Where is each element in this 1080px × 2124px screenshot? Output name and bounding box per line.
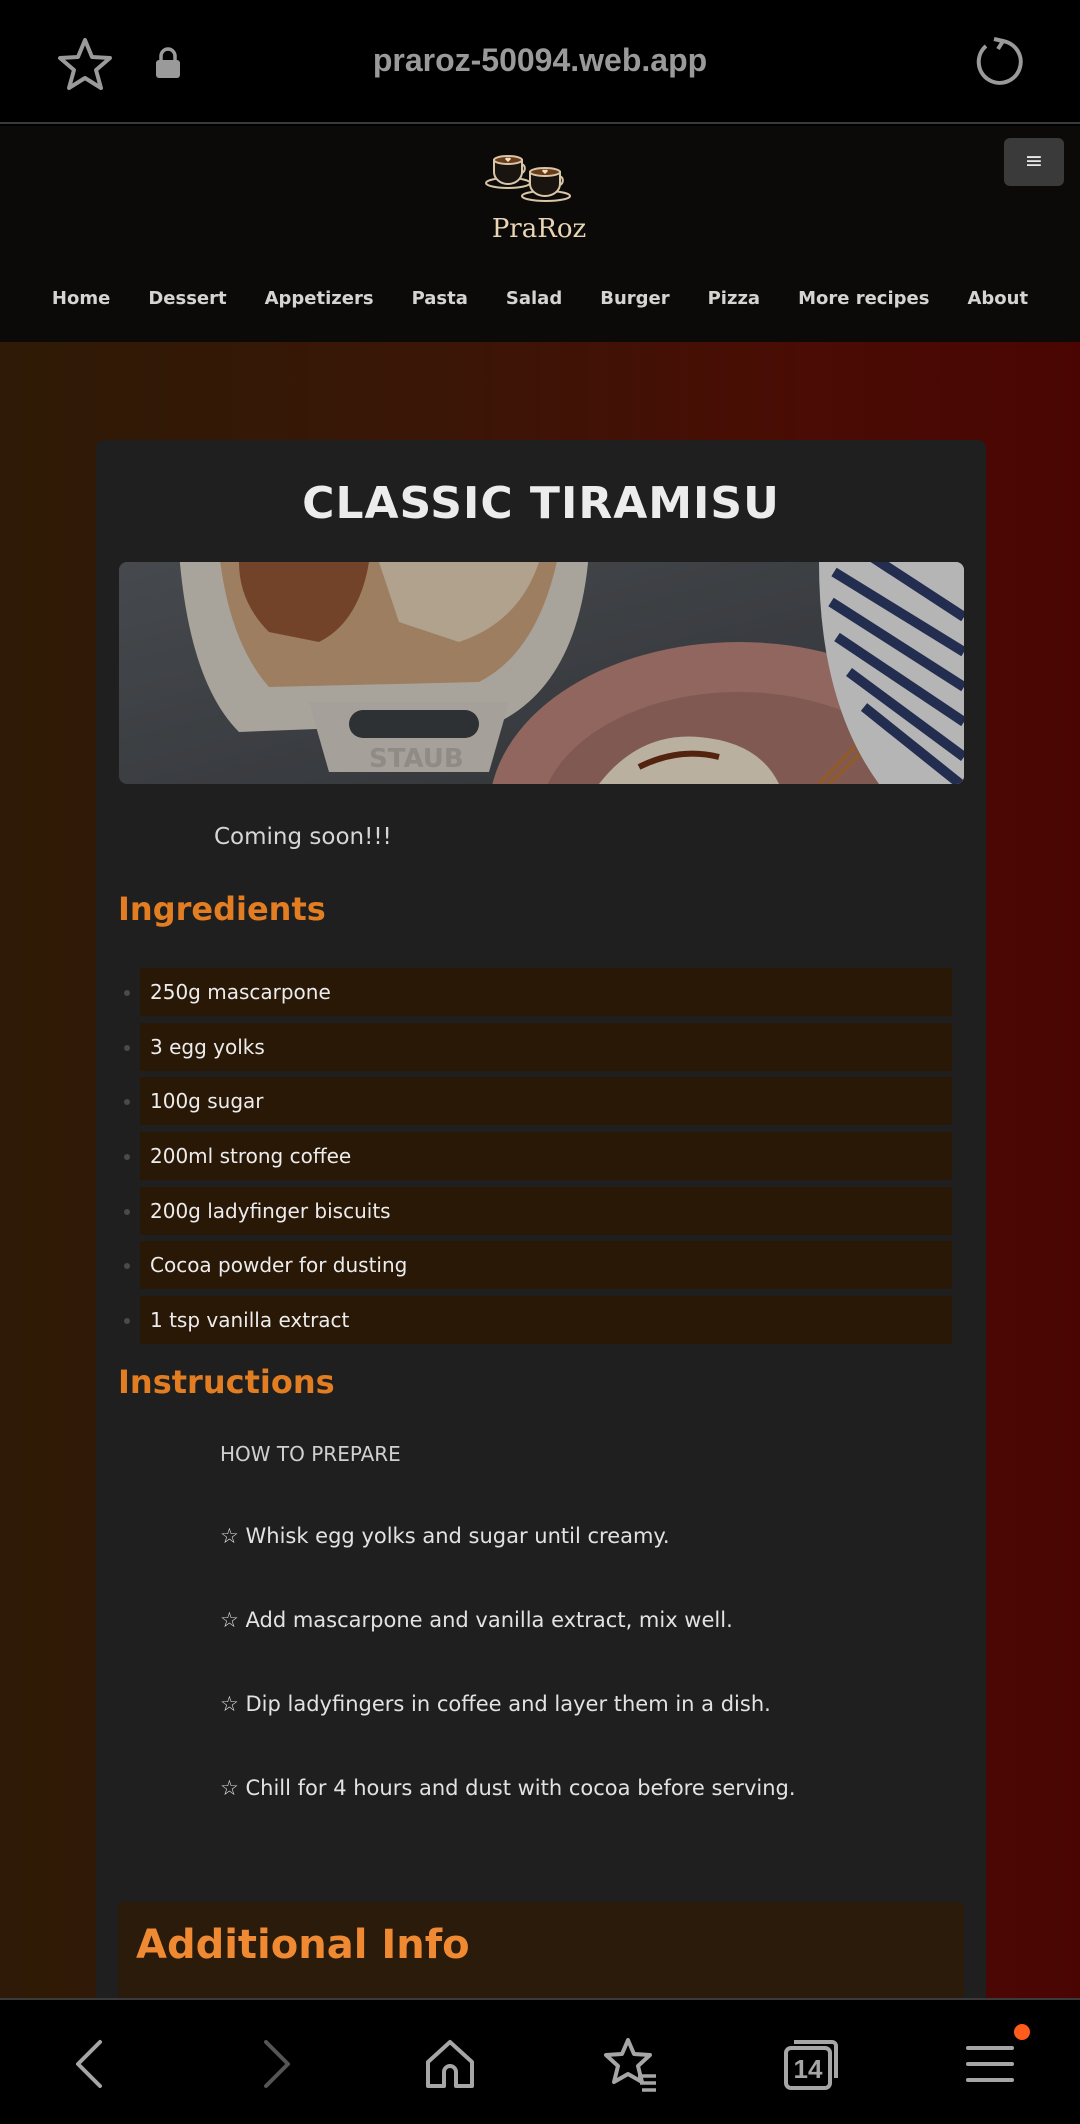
nav-more-recipes[interactable]: More recipes xyxy=(779,288,948,309)
menu-toggle-button[interactable]: ≡ xyxy=(1004,138,1064,186)
site-logo[interactable]: PraRoz xyxy=(484,148,594,244)
tab-count: 14 xyxy=(793,2054,823,2084)
instruction-steps: ☆ Whisk egg yolks and sugar until creamy… xyxy=(220,1524,796,1860)
how-to-prepare-label: HOW TO PREPARE xyxy=(220,1442,401,1466)
browser-bottom-bar: 14 xyxy=(0,1998,1080,2124)
instruction-step: ☆ Add mascarpone and vanilla extract, mi… xyxy=(220,1608,733,1632)
notification-dot xyxy=(1014,2024,1030,2040)
instruction-step: ☆ Dip ladyfingers in coffee and layer th… xyxy=(220,1692,771,1716)
nav-burger[interactable]: Burger xyxy=(581,288,688,309)
logo-text: PraRoz xyxy=(491,214,587,244)
home-icon[interactable] xyxy=(420,2034,480,2094)
tabs-button[interactable]: 14 xyxy=(780,2034,840,2094)
instructions-heading: Instructions xyxy=(118,1363,335,1401)
list-item: 200ml strong coffee xyxy=(124,1132,952,1181)
nav-appetizers[interactable]: Appetizers xyxy=(246,288,393,309)
browser-url-bar: praroz-50094.web.app xyxy=(0,0,1080,124)
nav-home[interactable]: Home xyxy=(33,288,129,309)
back-icon[interactable] xyxy=(62,2034,122,2094)
additional-info-section: Additional Info xyxy=(118,1902,964,1998)
nav-pasta[interactable]: Pasta xyxy=(393,288,487,309)
nav-about[interactable]: About xyxy=(948,288,1047,309)
list-item: 200g ladyfinger biscuits xyxy=(124,1186,952,1235)
forward-icon[interactable] xyxy=(244,2034,304,2094)
nav-salad[interactable]: Salad xyxy=(487,288,581,309)
menu-icon[interactable] xyxy=(960,2034,1020,2094)
nav-dessert[interactable]: Dessert xyxy=(129,288,245,309)
coming-soon-text: Coming soon!!! xyxy=(214,824,392,850)
list-item: 100g sugar xyxy=(124,1077,952,1126)
ingredients-heading: Ingredients xyxy=(118,890,326,928)
list-item: 250g mascarpone xyxy=(124,968,952,1016)
main-nav: Home Dessert Appetizers Pasta Salad Burg… xyxy=(0,288,1080,309)
list-item: 3 egg yolks xyxy=(124,1022,952,1071)
url-text[interactable]: praroz-50094.web.app xyxy=(0,42,1080,79)
recipe-title: CLASSIC TIRAMISU xyxy=(302,478,780,529)
list-item: 1 tsp vanilla extract xyxy=(124,1296,952,1345)
additional-info-heading: Additional Info xyxy=(136,1922,470,1968)
instruction-step: ☆ Whisk egg yolks and sugar until creamy… xyxy=(220,1524,670,1548)
reload-icon[interactable] xyxy=(972,36,1024,88)
recipe-hero-image: STAUB xyxy=(119,562,964,784)
nav-pizza[interactable]: Pizza xyxy=(689,288,779,309)
bookmarks-icon[interactable] xyxy=(600,2034,660,2094)
ingredients-list: 250g mascarpone 3 egg yolks 100g sugar 2… xyxy=(124,968,952,1351)
site-header: ≡ PraRoz Home Dessert Appetizers Pasta S… xyxy=(0,126,1080,342)
coffee-cups-logo-icon xyxy=(485,155,571,202)
tiramisu-photo-icon: STAUB xyxy=(119,562,964,784)
list-item: Cocoa powder for dusting xyxy=(124,1241,952,1290)
instruction-step: ☆ Chill for 4 hours and dust with cocoa … xyxy=(220,1776,796,1800)
